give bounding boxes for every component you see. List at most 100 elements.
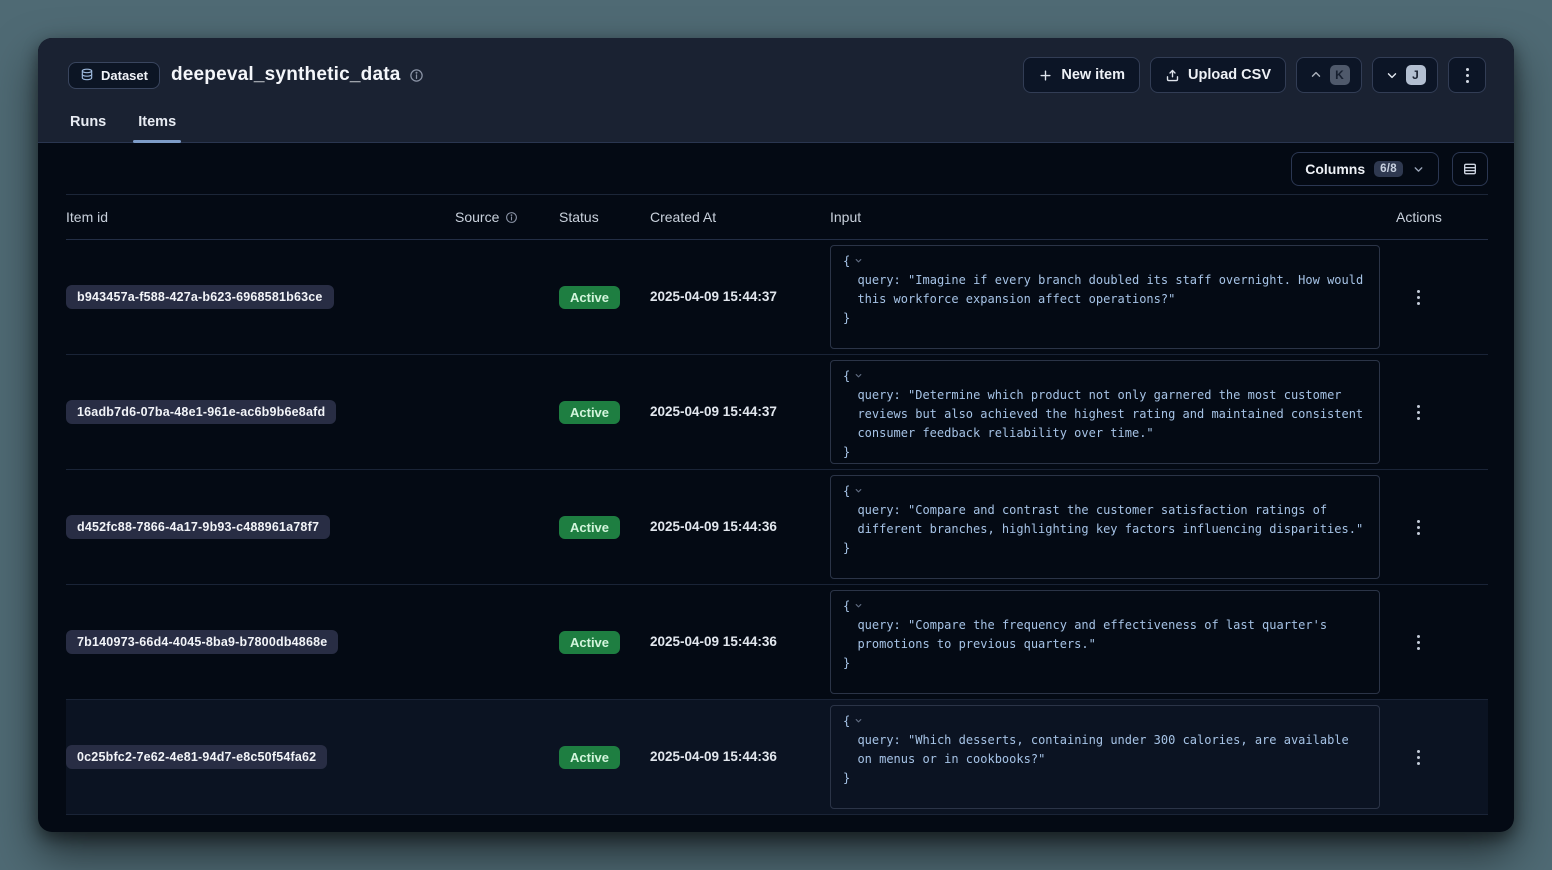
column-header-actions: Actions <box>1396 209 1488 225</box>
dataset-badge[interactable]: Dataset <box>68 62 160 89</box>
json-key: query: <box>857 618 900 632</box>
created-at-value: 2025-04-09 15:44:36 <box>650 519 777 534</box>
created-at-value: 2025-04-09 15:44:36 <box>650 749 777 764</box>
status-badge: Active <box>559 286 620 309</box>
tab-runs[interactable]: Runs <box>68 101 108 142</box>
row-actions-menu-button[interactable] <box>1404 398 1432 426</box>
dataset-badge-label: Dataset <box>101 68 148 83</box>
row-actions-menu-button[interactable] <box>1404 283 1432 311</box>
status-cell: Active <box>559 516 650 539</box>
status-cell: Active <box>559 401 650 424</box>
created-at-value: 2025-04-09 15:44:37 <box>650 404 777 419</box>
table-row[interactable]: b943457a-f588-427a-b623-6968581b63ce Act… <box>66 240 1488 355</box>
expand-chevron-icon[interactable] <box>853 370 864 381</box>
input-json-preview[interactable]: { query: Determine which product not onl… <box>830 360 1380 464</box>
row-actions-menu-button[interactable] <box>1404 628 1432 656</box>
input-cell: { query: Imagine if every branch doubled… <box>830 245 1396 349</box>
created-at-cell: 2025-04-09 15:44:36 <box>650 748 830 766</box>
expand-chevron-icon[interactable] <box>853 600 864 611</box>
created-at-cell: 2025-04-09 15:44:37 <box>650 288 830 306</box>
row-actions-menu-button[interactable] <box>1404 513 1432 541</box>
input-json-preview[interactable]: { query: Which desserts, containing unde… <box>830 705 1380 809</box>
header-kebab-menu-button[interactable] <box>1448 57 1486 93</box>
items-table: Item id Source Status Created At Input A… <box>38 194 1514 815</box>
kebab-icon <box>1417 635 1420 650</box>
item-id-chip[interactable]: 7b140973-66d4-4045-8ba9-b7800db4868e <box>66 630 338 654</box>
status-badge: Active <box>559 516 620 539</box>
json-key: query: <box>857 388 900 402</box>
tabs-bar: Runs Items <box>68 101 1486 142</box>
kebab-icon <box>1417 520 1420 535</box>
table-toolbar: Columns 6/8 <box>38 143 1514 194</box>
kebab-icon <box>1466 68 1469 83</box>
json-query-value: Compare the frequency and effectiveness … <box>857 618 1334 651</box>
json-key: query: <box>857 273 900 287</box>
created-at-value: 2025-04-09 15:44:37 <box>650 289 777 304</box>
tab-items[interactable]: Items <box>136 101 178 142</box>
window-header: Dataset deepeval_synthetic_data New item… <box>38 38 1514 143</box>
row-actions-menu-button[interactable] <box>1404 743 1432 771</box>
header-actions: New item Upload CSV K J <box>1023 57 1486 93</box>
table-header-row: Item id Source Status Created At Input A… <box>66 194 1488 240</box>
input-json-preview[interactable]: { query: Compare the frequency and effec… <box>830 590 1380 694</box>
status-badge: Active <box>559 746 620 769</box>
info-icon[interactable] <box>505 211 518 224</box>
columns-label: Columns <box>1305 161 1365 177</box>
status-cell: Active <box>559 746 650 769</box>
item-id-chip[interactable]: 16adb7d6-07ba-48e1-961e-ac6b9b6e8afd <box>66 400 336 424</box>
item-id-chip[interactable]: d452fc88-7866-4a17-9b93-c488961a78f7 <box>66 515 330 539</box>
table-row[interactable]: 0c25bfc2-7e62-4e81-94d7-e8c50f54fa62 Act… <box>66 700 1488 815</box>
json-query-value: Compare and contrast the customer satisf… <box>857 503 1363 536</box>
upload-csv-button[interactable]: Upload CSV <box>1150 57 1286 93</box>
chevron-down-icon <box>1412 163 1425 176</box>
input-json-preview[interactable]: { query: Imagine if every branch doubled… <box>830 245 1380 349</box>
item-id-cell: d452fc88-7866-4a17-9b93-c488961a78f7 <box>66 515 455 539</box>
item-id-chip[interactable]: b943457a-f588-427a-b623-6968581b63ce <box>66 285 334 309</box>
status-cell: Active <box>559 286 650 309</box>
column-header-created-at: Created At <box>650 209 830 225</box>
input-cell: { query: Compare and contrast the custom… <box>830 475 1396 579</box>
actions-cell <box>1396 513 1488 541</box>
table-row[interactable]: d452fc88-7866-4a17-9b93-c488961a78f7 Act… <box>66 470 1488 585</box>
actions-cell <box>1396 628 1488 656</box>
json-query-value: Imagine if every branch doubled its staf… <box>857 273 1370 306</box>
json-key: query: <box>857 733 900 747</box>
status-cell: Active <box>559 631 650 654</box>
row-height-button[interactable] <box>1452 152 1488 186</box>
table-row[interactable]: 16adb7d6-07ba-48e1-961e-ac6b9b6e8afd Act… <box>66 355 1488 470</box>
columns-button[interactable]: Columns 6/8 <box>1291 152 1439 186</box>
chevron-up-icon <box>1309 68 1323 82</box>
expand-chevron-icon[interactable] <box>853 485 864 496</box>
item-id-chip[interactable]: 0c25bfc2-7e62-4e81-94d7-e8c50f54fa62 <box>66 745 327 769</box>
item-id-cell: b943457a-f588-427a-b623-6968581b63ce <box>66 285 455 309</box>
table-row[interactable]: 7b140973-66d4-4045-8ba9-b7800db4868e Act… <box>66 585 1488 700</box>
input-cell: { query: Compare the frequency and effec… <box>830 590 1396 694</box>
item-id-cell: 16adb7d6-07ba-48e1-961e-ac6b9b6e8afd <box>66 400 455 424</box>
json-query-value: Determine which product not only garnere… <box>857 388 1370 440</box>
next-item-button[interactable]: J <box>1372 57 1438 93</box>
dataset-items-window: Dataset deepeval_synthetic_data New item… <box>38 38 1514 832</box>
column-header-status: Status <box>559 209 650 225</box>
new-item-button[interactable]: New item <box>1023 57 1140 93</box>
columns-count-badge: 6/8 <box>1374 161 1403 177</box>
previous-item-button[interactable]: K <box>1296 57 1362 93</box>
actions-cell <box>1396 743 1488 771</box>
expand-chevron-icon[interactable] <box>853 255 864 266</box>
new-item-label: New item <box>1061 67 1125 83</box>
column-header-input: Input <box>830 209 1396 225</box>
chevron-down-icon <box>1385 68 1399 82</box>
json-key: query: <box>857 503 900 517</box>
status-badge: Active <box>559 401 620 424</box>
input-json-preview[interactable]: { query: Compare and contrast the custom… <box>830 475 1380 579</box>
status-badge: Active <box>559 631 620 654</box>
expand-chevron-icon[interactable] <box>853 715 864 726</box>
input-cell: { query: Which desserts, containing unde… <box>830 705 1396 809</box>
kbd-k-badge: K <box>1330 65 1350 85</box>
info-icon[interactable] <box>409 68 424 83</box>
input-cell: { query: Determine which product not onl… <box>830 360 1396 464</box>
table-rows-icon <box>1462 161 1478 177</box>
json-query-value: Which desserts, containing under 300 cal… <box>857 733 1356 766</box>
kebab-icon <box>1417 405 1420 420</box>
column-header-source: Source <box>455 209 559 225</box>
created-at-value: 2025-04-09 15:44:36 <box>650 634 777 649</box>
